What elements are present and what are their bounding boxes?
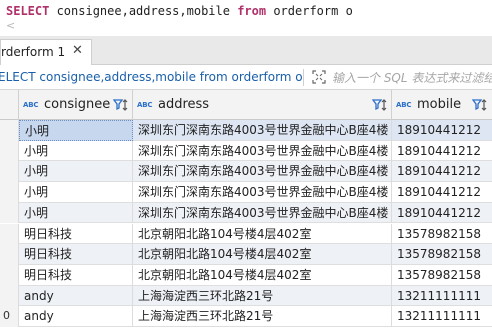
filter-input[interactable] <box>330 67 492 88</box>
grid-header: ABC consignee ABC address ABC mobile <box>0 90 492 120</box>
consignee-cell[interactable]: 明日科技 <box>19 223 133 245</box>
query-text: ELECT consignee,address,mobile from orde… <box>0 70 303 84</box>
mobile-cell[interactable]: 13578982158 <box>392 244 492 265</box>
row-number-cell[interactable] <box>0 244 19 265</box>
scroll-left-arrow-icon[interactable]: < <box>6 19 15 33</box>
address-cell[interactable]: 上海海淀西三环北路21号 <box>133 306 392 327</box>
table-row[interactable]: 明日科技 北京朝阳北路104号楼4层402室 13578982158 <box>0 264 492 286</box>
table-row[interactable]: 明日科技 北京朝阳北路104号楼4层402室 13578982158 <box>0 223 492 245</box>
table-row[interactable]: 明日科技 北京朝阳北路104号楼4层402室 13578982158 <box>0 244 492 265</box>
text-type-icon: ABC <box>396 101 412 109</box>
consignee-cell[interactable]: 小明 <box>19 161 133 183</box>
column-header-label: address <box>158 97 210 112</box>
sql-columns-text: consignee,address,mobile <box>49 4 238 18</box>
row-number-cell[interactable] <box>0 285 19 307</box>
row-number-cell[interactable] <box>0 120 19 141</box>
row-number-cell[interactable] <box>0 202 19 224</box>
sql-keyword-from: from <box>237 4 267 18</box>
mobile-cell[interactable]: 18910441212 <box>392 141 492 162</box>
address-cell[interactable]: 深圳东门深南东路4003号世界金融中心B座4楼 <box>133 161 392 183</box>
consignee-cell[interactable]: 明日科技 <box>19 264 133 286</box>
mobile-cell[interactable]: 18910441212 <box>392 203 492 224</box>
address-cell[interactable]: 上海海淀西三环北路21号 <box>133 285 392 307</box>
filter-sort-icon[interactable] <box>472 97 488 113</box>
mobile-cell[interactable]: 18910441212 <box>392 182 492 203</box>
row-number-cell[interactable] <box>0 161 19 183</box>
sql-keyword-select: SELECT <box>6 4 50 18</box>
result-grid[interactable]: ABC consignee ABC address ABC mobile 小明深… <box>0 90 492 332</box>
address-cell[interactable]: 北京朝阳北路104号楼4层402室 <box>133 264 392 286</box>
row-number-cell[interactable] <box>0 264 19 286</box>
mobile-cell[interactable]: 13211111111 <box>392 306 492 327</box>
consignee-cell[interactable]: andy <box>19 306 133 327</box>
consignee-cell[interactable]: 小明 <box>19 120 133 141</box>
address-cell[interactable]: 北京朝阳北路104号楼4层402室 <box>133 223 392 245</box>
row-number-cell[interactable] <box>0 223 19 245</box>
consignee-cell[interactable]: 小明 <box>19 140 133 162</box>
filter-sort-icon[interactable] <box>113 97 129 113</box>
consignee-cell[interactable]: 明日科技 <box>19 244 133 265</box>
row-number-header[interactable] <box>0 90 19 120</box>
table-row[interactable]: 小明 深圳东门深南东路4003号世界金融中心B座4楼 18910441212 <box>0 140 492 162</box>
tab-orderform-1[interactable]: rderform 1 ✕ <box>0 39 92 65</box>
mobile-cell[interactable]: 13578982158 <box>392 265 492 286</box>
column-header-label: consignee <box>44 97 111 112</box>
text-type-icon: ABC <box>23 101 39 109</box>
table-row[interactable]: 小明 深圳东门深南东路4003号世界金融中心B座4楼 18910441212 <box>0 161 492 183</box>
consignee-cell[interactable]: 小明 <box>19 202 133 224</box>
sql-editor[interactable]: SELECT consignee,address,mobile from ord… <box>0 0 492 36</box>
column-header-consignee[interactable]: ABC consignee <box>19 90 133 120</box>
text-type-icon: ABC <box>137 101 153 109</box>
divider <box>303 69 304 86</box>
table-row[interactable]: 小明 深圳东门深南东路4003号世界金融中心B座4楼 18910441212 <box>0 120 492 141</box>
address-cell[interactable]: 北京朝阳北路104号楼4层402室 <box>133 244 392 265</box>
table-row[interactable]: 0 andy 上海海淀西三环北路21号 13211111111 <box>0 306 492 327</box>
query-filter-bar: ELECT consignee,address,mobile from orde… <box>0 65 492 90</box>
mobile-cell[interactable]: 13578982158 <box>392 224 492 245</box>
address-cell[interactable]: 深圳东门深南东路4003号世界金融中心B座4楼 <box>133 140 392 162</box>
mobile-cell[interactable]: 18910441212 <box>392 161 492 182</box>
address-cell[interactable]: 深圳东门深南东路4003号世界金融中心B座4楼 <box>133 202 392 224</box>
consignee-cell[interactable]: 小明 <box>19 182 133 203</box>
close-icon[interactable]: ✕ <box>72 44 83 58</box>
mobile-cell[interactable]: 18910441212 <box>392 120 492 141</box>
column-header-mobile[interactable]: ABC mobile <box>392 90 492 120</box>
consignee-cell[interactable]: andy <box>19 285 133 307</box>
expand-icon[interactable] <box>312 70 326 84</box>
row-number-cell[interactable] <box>0 140 19 162</box>
row-number-cell[interactable] <box>0 182 19 203</box>
address-cell[interactable]: 深圳东门深南东路4003号世界金融中心B座4楼 <box>133 120 392 141</box>
tab-label: rderform 1 <box>1 45 66 59</box>
column-header-label: mobile <box>417 97 462 112</box>
table-row[interactable]: 小明 深圳东门深南东路4003号世界金融中心B座4楼 18910441212 <box>0 182 492 203</box>
table-row[interactable]: 小明 深圳东门深南东路4003号世界金融中心B座4楼 18910441212 <box>0 202 492 224</box>
row-number-cell[interactable]: 0 <box>0 306 19 327</box>
result-tab-bar: rderform 1 ✕ <box>0 36 492 65</box>
address-cell[interactable]: 深圳东门深南东路4003号世界金融中心B座4楼 <box>133 182 392 203</box>
mobile-cell[interactable]: 13211111111 <box>392 286 492 307</box>
filter-sort-icon[interactable] <box>372 97 388 113</box>
table-row[interactable]: andy 上海海淀西三环北路21号 13211111111 <box>0 285 492 307</box>
sql-table-text: orderform o <box>266 4 353 18</box>
editor-horizontal-scrollbar[interactable]: < <box>0 18 492 34</box>
column-header-address[interactable]: ABC address <box>133 90 392 120</box>
